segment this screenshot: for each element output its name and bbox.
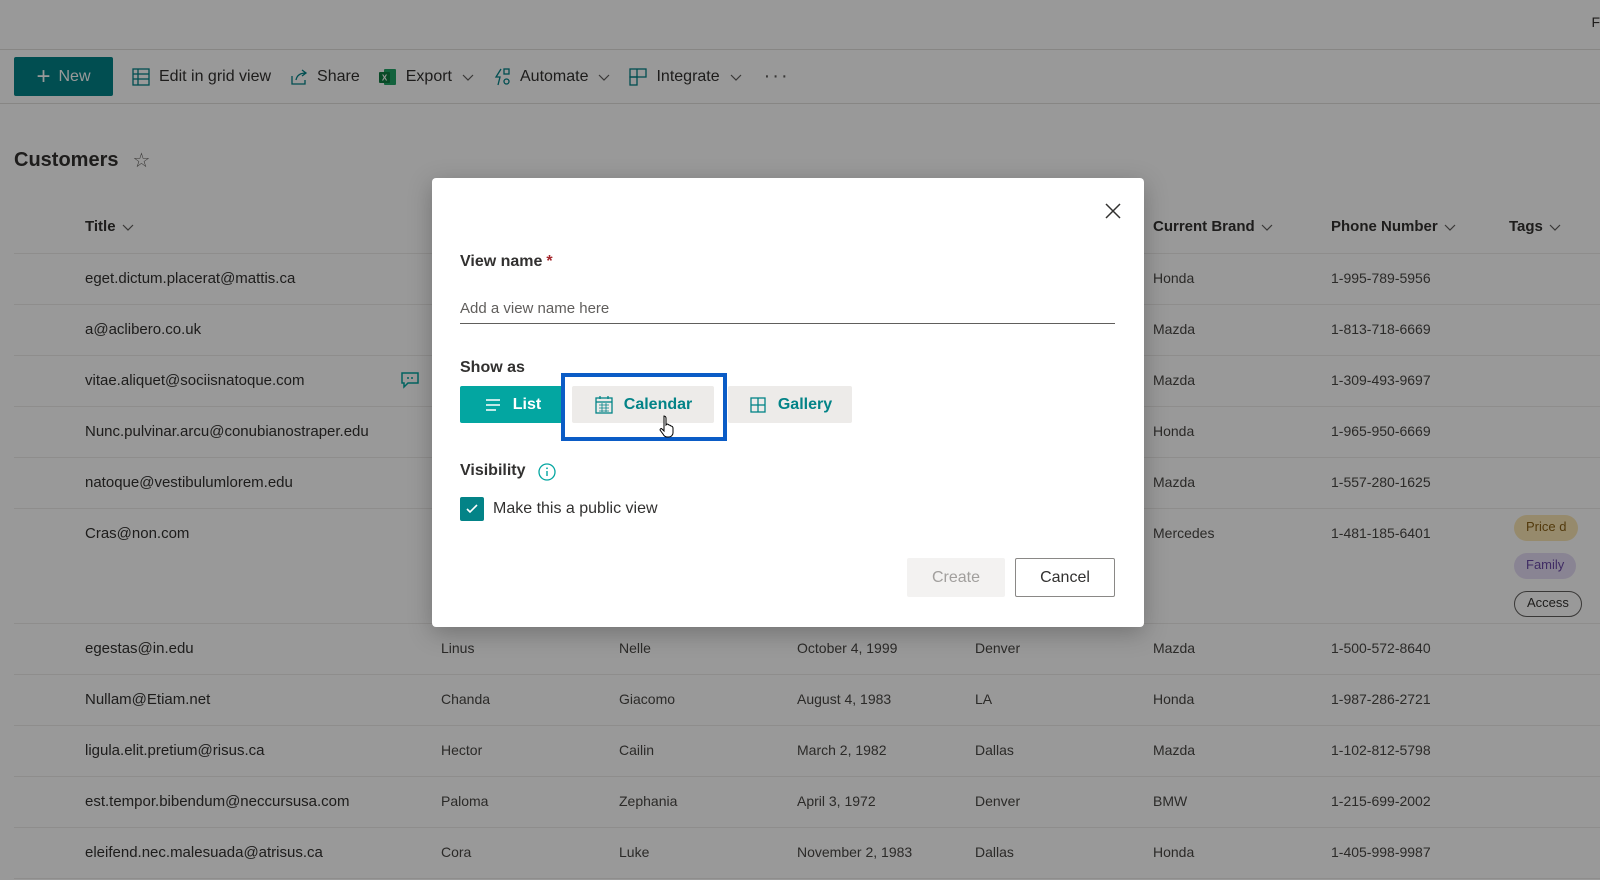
create-view-dialog: View name* Show as List Calendar Gallery…	[432, 178, 1144, 627]
public-view-label[interactable]: Make this a public view	[493, 500, 658, 518]
visibility-label: Visibility	[460, 462, 526, 479]
list-icon	[485, 398, 500, 411]
required-marker: *	[546, 253, 553, 270]
hand-cursor-icon	[659, 415, 674, 438]
create-button[interactable]: Create	[907, 558, 1005, 597]
gallery-label: Gallery	[777, 395, 833, 413]
list-label: List	[512, 395, 542, 413]
view-name-label-text: View name	[460, 253, 543, 270]
view-name-input[interactable]	[460, 294, 1115, 324]
gallery-icon	[750, 396, 766, 413]
calendar-label: Calendar	[623, 395, 693, 413]
info-icon[interactable]	[537, 462, 557, 482]
show-as-calendar-button[interactable]: Calendar	[572, 386, 714, 423]
checkmark-icon	[466, 504, 478, 514]
view-name-label: View name *	[460, 253, 553, 271]
show-as-list-button[interactable]: List	[460, 386, 564, 423]
show-as-label: Show as	[460, 359, 525, 376]
cancel-button[interactable]: Cancel	[1015, 558, 1115, 597]
public-view-checkbox[interactable]	[460, 497, 484, 521]
close-icon[interactable]	[1102, 200, 1124, 222]
calendar-icon	[595, 395, 613, 414]
show-as-gallery-button[interactable]: Gallery	[728, 386, 852, 423]
